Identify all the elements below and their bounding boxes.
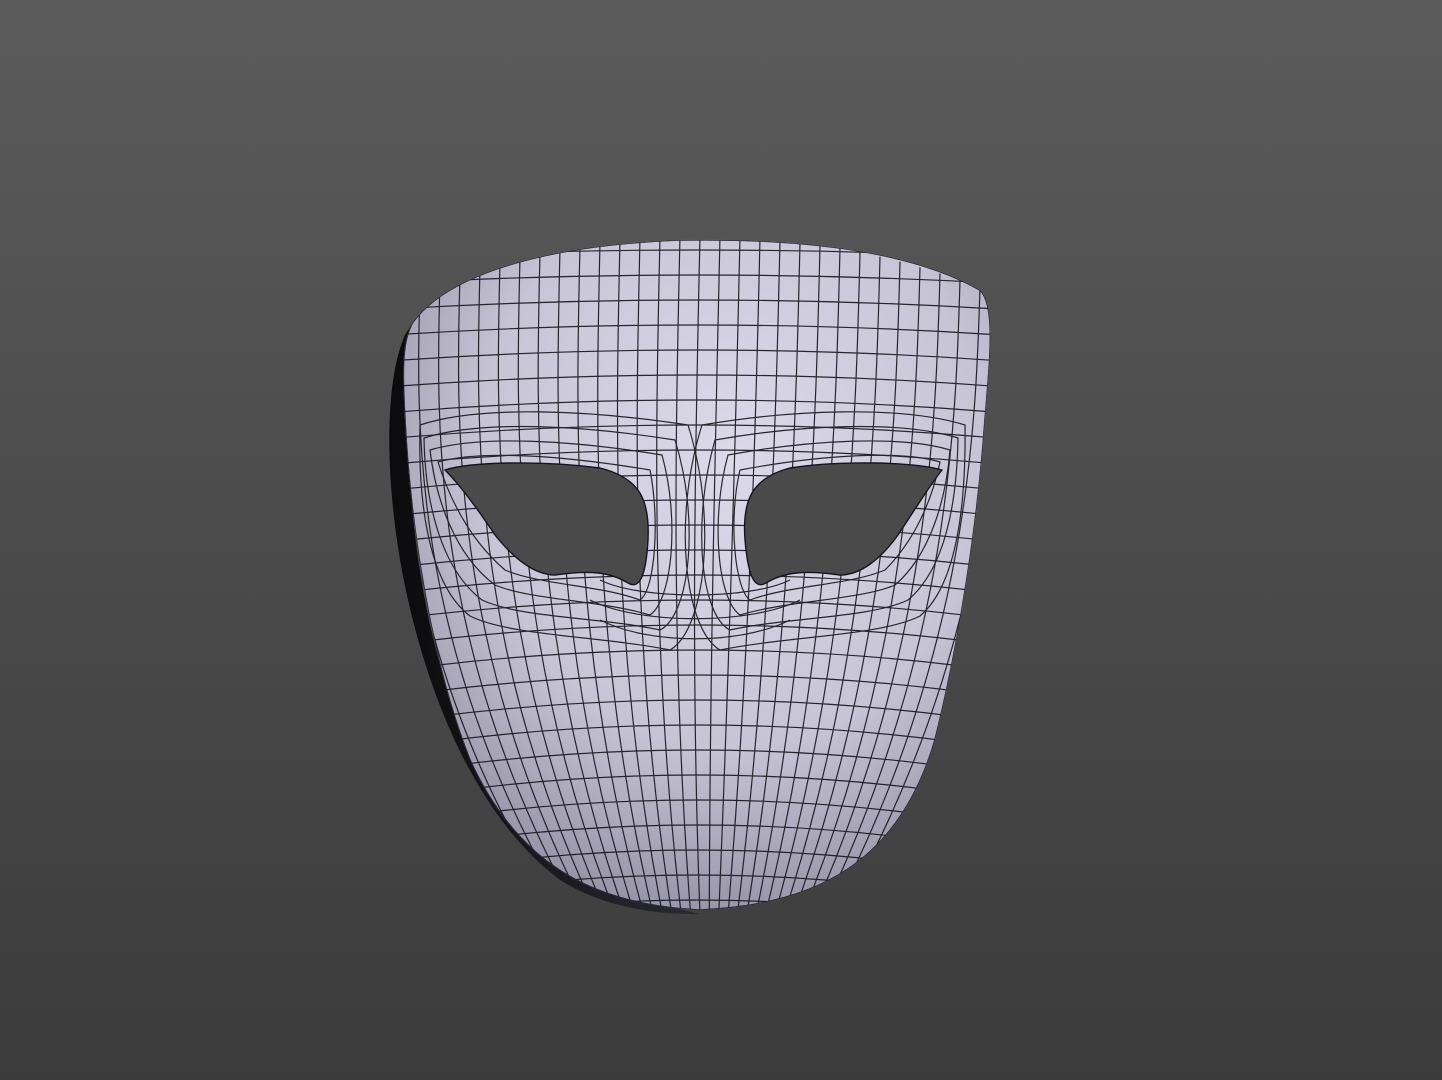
3d-viewport[interactable] (0, 0, 1442, 1080)
viewport-canvas[interactable] (0, 0, 1442, 1080)
